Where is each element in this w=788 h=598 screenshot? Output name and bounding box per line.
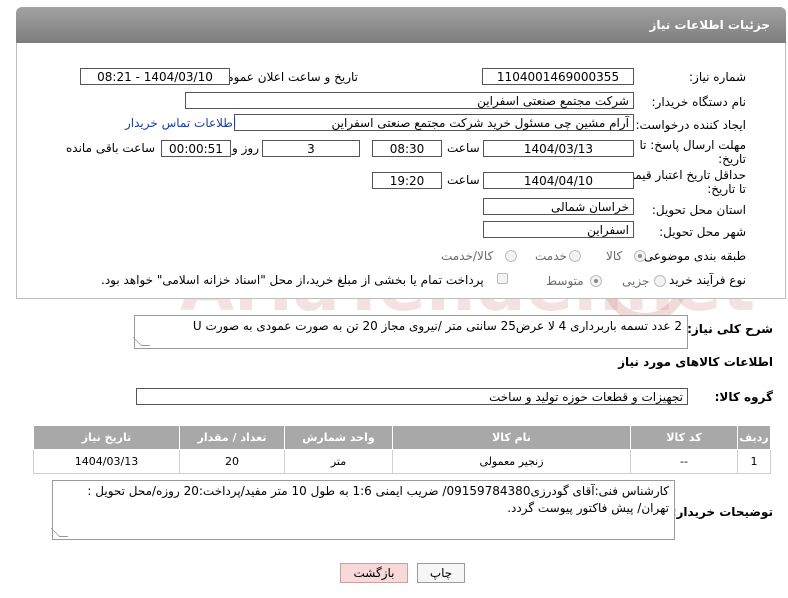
col-unit: واحد شمارش bbox=[284, 425, 393, 450]
deadline-time-field: 08:30 bbox=[372, 140, 442, 157]
cell-need-date: 1404/03/13 bbox=[33, 449, 180, 474]
category-goods-radio[interactable] bbox=[634, 250, 646, 262]
goods-group-label: گروه کالا: bbox=[714, 390, 773, 404]
requester-label: ایجاد کننده درخواست: bbox=[635, 118, 746, 132]
cell-quantity: 20 bbox=[179, 449, 285, 474]
description-text: 2 عدد تسمه باربرداری 4 لا عرض25 سانتی مت… bbox=[192, 319, 682, 333]
announce-label: تاریخ و ساعت اعلان عمومی: bbox=[213, 70, 358, 84]
col-row-number: ردیف bbox=[737, 425, 771, 450]
buyer-contact-link[interactable]: اطلاعات تماس خریدار bbox=[125, 116, 236, 130]
cell-item-name: زنجیر معمولی bbox=[392, 449, 631, 474]
province-field: خراسان شمالی bbox=[483, 198, 634, 215]
category-service-label: خدمت bbox=[535, 249, 567, 263]
col-item-name: نام کالا bbox=[392, 425, 631, 450]
purchase-minor-label: جزیی bbox=[622, 274, 650, 288]
items-table: ردیف کد کالا نام کالا واحد شمارش تعداد /… bbox=[33, 425, 771, 474]
validity-date-field: 1404/04/10 bbox=[483, 172, 634, 189]
notes-resize-handle-icon[interactable] bbox=[50, 528, 69, 537]
print-button[interactable]: چاپ bbox=[417, 563, 465, 583]
purchase-minor-radio[interactable] bbox=[654, 275, 666, 287]
category-label: طبقه بندی موضوعی: bbox=[639, 249, 746, 263]
col-item-code: کد کالا bbox=[630, 425, 738, 450]
cell-item-code: -- bbox=[630, 449, 738, 474]
buyer-notes-textarea: کارشناس فنی:آقای گودرزی09159784380/ ضریب… bbox=[50, 480, 675, 540]
back-button[interactable]: بازگشت bbox=[340, 563, 408, 583]
remaining-label: ساعت باقی مانده bbox=[66, 141, 156, 155]
announce-field: 1404/03/10 - 08:21 bbox=[80, 68, 230, 85]
col-need-date: تاریخ نیاز bbox=[33, 425, 180, 450]
col-quantity: تعداد / مقدار bbox=[179, 425, 285, 450]
city-label: شهر محل تحویل: bbox=[659, 225, 746, 239]
deadline-label-2: تاریخ: bbox=[718, 152, 746, 166]
page-header: جزئیات اطلاعات نیاز bbox=[16, 7, 786, 43]
purchase-medium-label: متوسط bbox=[546, 274, 584, 288]
buyer-org-label: نام دستگاه خریدار: bbox=[651, 95, 747, 109]
validity-label-1: حداقل تاریخ اعتبار قیمت: bbox=[619, 168, 746, 182]
category-goods-label: کالا bbox=[606, 249, 623, 263]
days-field: 3 bbox=[262, 140, 360, 157]
purchase-type-label: نوع فرآیند خرید : bbox=[661, 273, 746, 287]
category-both-radio[interactable] bbox=[505, 250, 517, 262]
requester-field: آرام مشین چی مسئول خرید شرکت مجتمع صنعتی… bbox=[234, 114, 634, 131]
category-service-radio[interactable] bbox=[569, 250, 581, 262]
page-title: جزئیات اطلاعات نیاز bbox=[649, 18, 770, 32]
need-number-field: 1104001469000355 bbox=[482, 68, 634, 85]
deadline-date-field: 1404/03/13 bbox=[483, 140, 634, 157]
remaining-field: 00:00:51 bbox=[161, 140, 231, 157]
cell-unit: متر bbox=[284, 449, 393, 474]
buyer-notes-text: کارشناس فنی:آقای گودرزی09159784380/ ضریب… bbox=[87, 484, 669, 515]
days-label: روز و bbox=[232, 141, 259, 155]
description-label: شرح کلی نیاز: bbox=[687, 322, 773, 336]
buyer-notes-label: توضیحات خریدار: bbox=[671, 505, 773, 519]
category-both-label: کالا/خدمت bbox=[441, 249, 494, 263]
description-textarea: 2 عدد تسمه باربرداری 4 لا عرض25 سانتی مت… bbox=[132, 315, 688, 349]
table-header-row: ردیف کد کالا نام کالا واحد شمارش تعداد /… bbox=[33, 425, 771, 450]
need-number-label: شماره نیاز: bbox=[689, 70, 746, 84]
purchase-medium-radio[interactable] bbox=[590, 275, 602, 287]
validity-label-2: تا تاریخ: bbox=[707, 182, 746, 196]
province-label: استان محل تحویل: bbox=[651, 203, 746, 217]
validity-time-field: 19:20 bbox=[372, 172, 442, 189]
table-row: 1 -- زنجیر معمولی متر 20 1404/03/13 bbox=[33, 449, 771, 474]
goods-group-field: تجهیزات و قطعات حوزه تولید و ساخت bbox=[136, 388, 688, 405]
deadline-time-label: ساعت bbox=[447, 141, 480, 155]
treasury-payment-note: پرداخت تمام یا بخشی از مبلغ خرید،از محل … bbox=[101, 273, 484, 287]
cell-row-number: 1 bbox=[737, 449, 771, 474]
goods-info-title: اطلاعات کالاهای مورد نیاز bbox=[618, 355, 773, 369]
city-field: اسفراین bbox=[483, 221, 634, 238]
deadline-label-1: مهلت ارسال پاسخ: تا bbox=[639, 138, 746, 152]
resize-handle-icon[interactable] bbox=[132, 337, 151, 346]
buyer-org-field: شرکت مجتمع صنعتی اسفراین bbox=[185, 92, 634, 109]
treasury-payment-checkbox[interactable] bbox=[497, 273, 508, 284]
validity-time-label: ساعت bbox=[447, 173, 480, 187]
